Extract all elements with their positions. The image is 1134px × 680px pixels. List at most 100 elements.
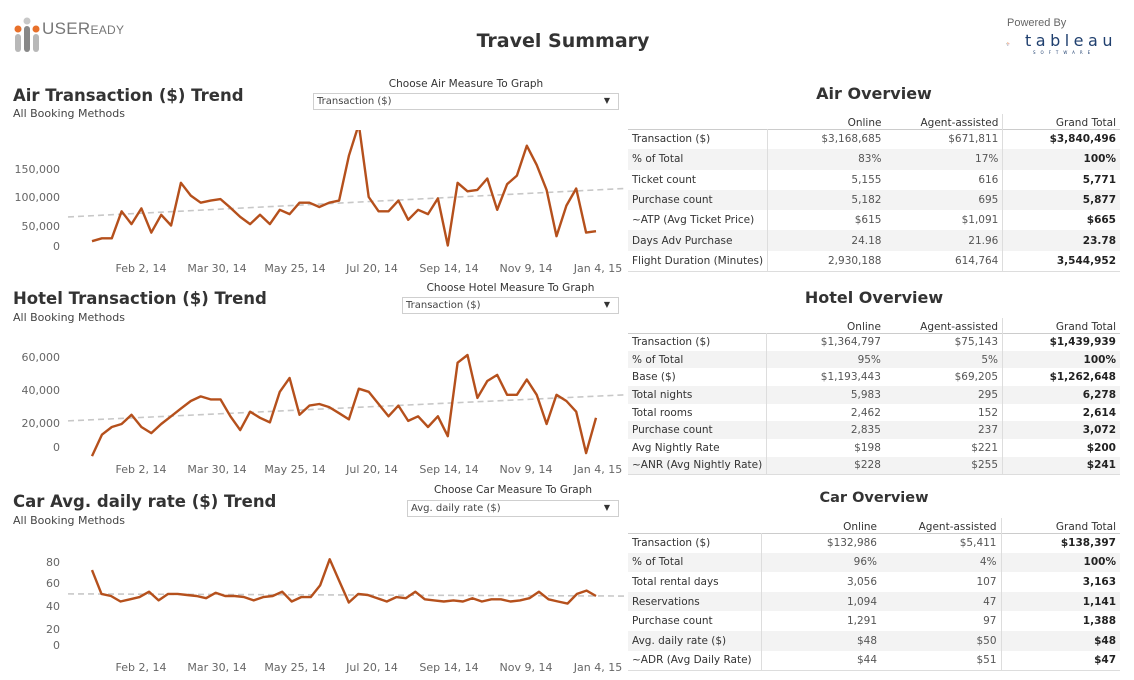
car-data-point[interactable] xyxy=(422,596,428,602)
hotel-data-point[interactable] xyxy=(326,404,332,410)
hotel-data-point[interactable] xyxy=(563,398,569,404)
hotel-data-point[interactable] xyxy=(376,401,382,407)
car-data-point[interactable] xyxy=(251,597,257,603)
hotel-data-point[interactable] xyxy=(573,409,579,415)
car-data-point[interactable] xyxy=(298,594,304,600)
hotel-data-point[interactable] xyxy=(148,430,154,436)
hotel-data-point[interactable] xyxy=(524,377,530,383)
air-data-point[interactable] xyxy=(376,208,382,214)
car-data-point[interactable] xyxy=(526,595,532,601)
hotel-data-point[interactable] xyxy=(425,424,431,430)
hotel-data-point[interactable] xyxy=(168,413,174,419)
car-data-point[interactable] xyxy=(203,595,209,601)
hotel-data-point[interactable] xyxy=(346,416,352,422)
car-data-point[interactable] xyxy=(327,556,333,562)
car-data-point[interactable] xyxy=(374,595,380,601)
air-data-point[interactable] xyxy=(138,205,144,211)
hotel-data-point[interactable] xyxy=(455,360,461,366)
air-data-point[interactable] xyxy=(494,207,500,213)
hotel-data-point[interactable] xyxy=(267,419,273,425)
hotel-data-point[interactable] xyxy=(129,412,135,418)
air-data-point[interactable] xyxy=(593,228,599,234)
air-data-point[interactable] xyxy=(474,187,480,193)
car-data-point[interactable] xyxy=(498,596,504,602)
air-data-point[interactable] xyxy=(544,187,550,193)
car-data-point[interactable] xyxy=(146,589,152,595)
hotel-data-point[interactable] xyxy=(158,421,164,427)
air-data-point[interactable] xyxy=(504,181,510,187)
hotel-data-point[interactable] xyxy=(138,424,144,430)
hotel-data-point[interactable] xyxy=(504,392,510,398)
hotel-data-point[interactable] xyxy=(287,375,293,381)
car-data-point[interactable] xyxy=(99,591,105,597)
hotel-data-point[interactable] xyxy=(257,415,263,421)
air-data-point[interactable] xyxy=(287,211,293,217)
air-data-point[interactable] xyxy=(514,173,520,179)
hotel-data-point[interactable] xyxy=(316,401,322,407)
air-data-point[interactable] xyxy=(188,193,194,199)
car-data-point[interactable] xyxy=(479,599,485,605)
air-data-point[interactable] xyxy=(465,188,471,194)
air-data-point[interactable] xyxy=(554,233,560,239)
air-data-point[interactable] xyxy=(563,203,569,209)
car-data-point[interactable] xyxy=(546,596,552,602)
hotel-data-point[interactable] xyxy=(198,393,204,399)
hotel-data-point[interactable] xyxy=(514,392,520,398)
car-data-point[interactable] xyxy=(137,594,143,600)
air-data-point[interactable] xyxy=(524,143,530,149)
car-data-point[interactable] xyxy=(403,595,409,601)
car-data-point[interactable] xyxy=(260,594,266,600)
car-data-point[interactable] xyxy=(346,600,352,606)
air-data-point[interactable] xyxy=(346,153,352,159)
hotel-data-point[interactable] xyxy=(395,403,401,409)
air-data-point[interactable] xyxy=(267,221,273,227)
car-data-point[interactable] xyxy=(593,593,599,599)
hotel-data-point[interactable] xyxy=(89,453,95,459)
air-data-point[interactable] xyxy=(237,214,243,220)
hotel-data-point[interactable] xyxy=(366,389,372,395)
air-data-point[interactable] xyxy=(208,198,214,204)
air-data-point[interactable] xyxy=(583,230,589,236)
hotel-data-point[interactable] xyxy=(218,396,224,402)
air-data-point[interactable] xyxy=(435,195,441,201)
hotel-data-point[interactable] xyxy=(227,413,233,419)
car-data-point[interactable] xyxy=(270,593,276,599)
hotel-data-point[interactable] xyxy=(277,389,283,395)
air-data-point[interactable] xyxy=(297,200,303,206)
car-data-point[interactable] xyxy=(184,592,190,598)
car-data-point[interactable] xyxy=(89,567,95,573)
air-data-point[interactable] xyxy=(445,243,451,249)
hotel-data-point[interactable] xyxy=(188,398,194,404)
air-data-point[interactable] xyxy=(109,235,115,241)
hotel-data-point[interactable] xyxy=(297,412,303,418)
car-data-point[interactable] xyxy=(108,593,114,599)
car-data-point[interactable] xyxy=(127,596,133,602)
hotel-data-point[interactable] xyxy=(544,421,550,427)
air-data-point[interactable] xyxy=(484,176,490,182)
air-data-point[interactable] xyxy=(257,212,263,218)
car-data-point[interactable] xyxy=(317,582,323,588)
car-data-point[interactable] xyxy=(365,592,371,598)
air-data-point[interactable] xyxy=(277,207,283,213)
car-data-point[interactable] xyxy=(194,593,200,599)
car-data-point[interactable] xyxy=(507,599,513,605)
car-data-point[interactable] xyxy=(232,593,238,599)
air-data-point[interactable] xyxy=(99,235,105,241)
car-data-point[interactable] xyxy=(355,591,361,597)
hotel-data-point[interactable] xyxy=(583,450,589,456)
hotel-data-point[interactable] xyxy=(247,409,253,415)
air-data-point[interactable] xyxy=(395,198,401,204)
air-measure-select[interactable]: Transaction ($) ▼ xyxy=(313,93,619,110)
air-data-point[interactable] xyxy=(405,217,411,223)
air-data-point[interactable] xyxy=(158,212,164,218)
hotel-data-point[interactable] xyxy=(415,413,421,419)
air-data-point[interactable] xyxy=(218,196,224,202)
car-data-point[interactable] xyxy=(336,578,342,584)
hotel-data-point[interactable] xyxy=(119,421,125,427)
hotel-measure-select[interactable]: Transaction ($) ▼ xyxy=(402,297,619,314)
hotel-data-point[interactable] xyxy=(593,415,599,421)
car-data-point[interactable] xyxy=(279,589,285,595)
air-data-point[interactable] xyxy=(573,186,579,192)
air-data-point[interactable] xyxy=(366,194,372,200)
car-data-point[interactable] xyxy=(308,594,314,600)
